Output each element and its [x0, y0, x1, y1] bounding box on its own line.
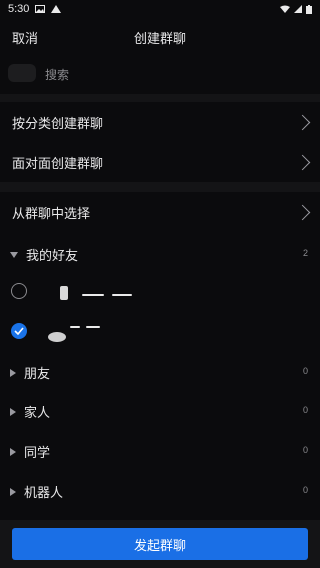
- group-label: 朋友: [24, 366, 51, 381]
- section-divider: [0, 182, 320, 192]
- group-family[interactable]: 家人 0: [0, 390, 320, 430]
- search-input[interactable]: 搜索: [45, 66, 69, 83]
- group-count: 0: [302, 405, 308, 415]
- chevron-right-icon: [294, 204, 311, 221]
- image-icon: [35, 5, 46, 13]
- avatar: [48, 332, 66, 342]
- avatar: [60, 286, 68, 300]
- option-label: 按分类创建群聊: [12, 115, 104, 131]
- contact-name: [70, 326, 80, 328]
- radio-checked-icon[interactable]: [11, 323, 27, 339]
- page-title: 创建群聊: [133, 31, 186, 46]
- status-time: 5:30: [8, 3, 30, 15]
- triangle-right-icon: [10, 447, 16, 456]
- contact-name: [82, 294, 104, 296]
- group-robots[interactable]: 机器人 0: [0, 470, 320, 510]
- contact-name: [86, 326, 100, 328]
- group-my-friends[interactable]: 我的好友 2: [0, 232, 320, 272]
- group-count: 2: [302, 248, 308, 258]
- triangle-down-icon: [10, 251, 18, 258]
- option-label: 面对面创建群聊: [12, 155, 104, 171]
- group-label: 家人: [24, 405, 51, 420]
- chevron-right-icon: [294, 114, 311, 131]
- group-friends[interactable]: 朋友 0: [0, 352, 320, 390]
- start-group-chat-button[interactable]: 发起群聊: [12, 528, 308, 560]
- triangle-right-icon: [10, 368, 16, 377]
- wifi-icon: [280, 5, 290, 13]
- group-label: 同学: [24, 445, 51, 460]
- option-label: 从群聊中选择: [12, 205, 91, 221]
- battery-icon: [306, 4, 312, 14]
- group-count: 0: [302, 485, 308, 495]
- triangle-right-icon: [10, 487, 16, 496]
- chevron-right-icon: [294, 154, 311, 171]
- option-select-from-groups[interactable]: 从群聊中选择: [0, 192, 320, 232]
- warning-icon: [51, 5, 62, 13]
- header: 取消 创建群聊: [0, 18, 320, 52]
- signal-icon: [294, 5, 302, 13]
- contact-name: [112, 294, 132, 296]
- option-create-face-to-face[interactable]: 面对面创建群聊: [0, 142, 320, 182]
- search-bar[interactable]: 搜索: [0, 52, 320, 94]
- status-bar: 5:30: [0, 0, 320, 18]
- group-count: 0: [302, 366, 308, 376]
- group-classmates[interactable]: 同学 0: [0, 430, 320, 470]
- option-create-by-category[interactable]: 按分类创建群聊: [0, 102, 320, 142]
- radio-unchecked-icon[interactable]: [11, 283, 27, 299]
- group-label: 我的好友: [26, 248, 79, 263]
- contact-row[interactable]: [0, 312, 320, 352]
- group-label: 机器人: [24, 485, 64, 500]
- contact-row[interactable]: [0, 272, 320, 312]
- section-divider: [0, 94, 320, 102]
- triangle-right-icon: [10, 407, 16, 416]
- group-count: 0: [302, 445, 308, 455]
- avatar: [8, 64, 36, 82]
